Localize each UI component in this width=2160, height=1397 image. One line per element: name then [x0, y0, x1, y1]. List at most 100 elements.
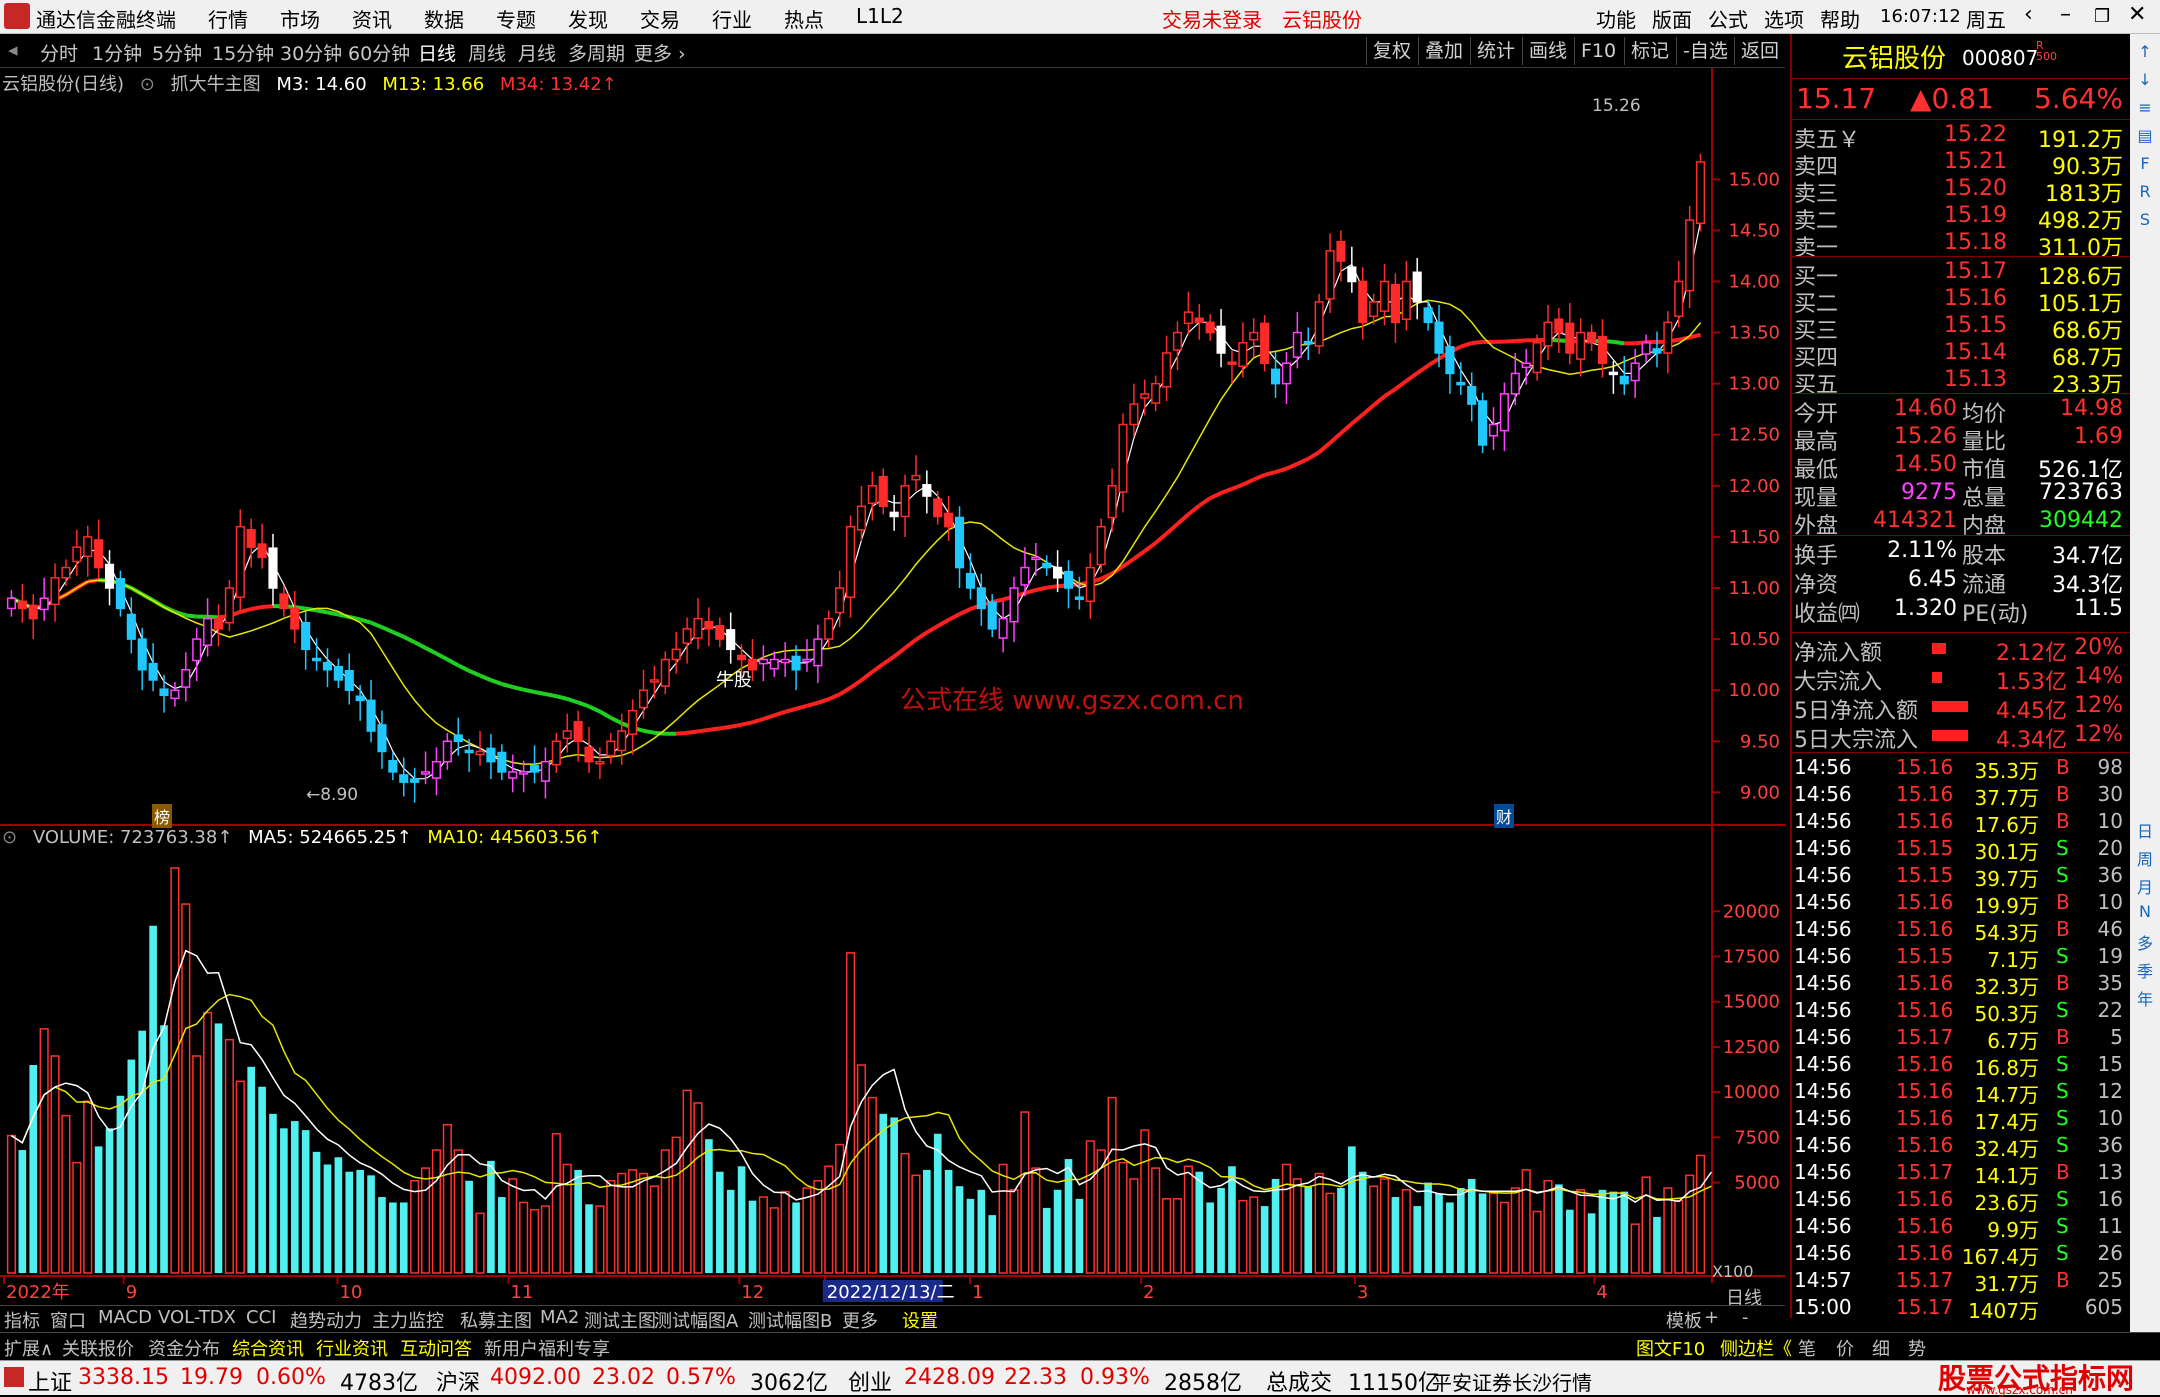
- week-icon[interactable]: 周: [2134, 846, 2156, 868]
- tool-watchlist[interactable]: -自选: [1676, 37, 1734, 65]
- side-tab[interactable]: 笔: [1798, 1335, 1816, 1361]
- extension-tab[interactable]: 行业资讯: [316, 1335, 388, 1361]
- down-arrow-icon[interactable]: ↓: [2134, 70, 2156, 92]
- sz-label[interactable]: 沪深: [436, 1365, 480, 1397]
- side-tab[interactable]: 图文F10: [1636, 1335, 1705, 1361]
- tick-row[interactable]: 14:5615.1617.6万B10: [1792, 809, 2127, 836]
- menu-item-trade[interactable]: 交易: [640, 4, 680, 33]
- side-tab[interactable]: 价: [1836, 1335, 1854, 1361]
- tick-row[interactable]: 14:5615.176.7万B5: [1792, 1025, 2127, 1052]
- login-status[interactable]: 交易未登录: [1162, 4, 1262, 33]
- tool-overlay[interactable]: 叠加: [1418, 37, 1469, 65]
- marker-cai[interactable]: 财: [1494, 804, 1514, 828]
- tick-row[interactable]: 14:5615.1616.8万S15: [1792, 1052, 2127, 1079]
- menu-item-discover[interactable]: 发现: [568, 4, 608, 33]
- back-icon[interactable]: ‹: [2024, 2, 2033, 27]
- indicator-tab[interactable]: 主力监控: [372, 1307, 444, 1333]
- tool-back[interactable]: 返回: [1734, 37, 1785, 65]
- period-daily[interactable]: 日线: [418, 39, 456, 66]
- tick-row[interactable]: 14:5615.1635.3万B98: [1792, 755, 2127, 782]
- tick-row[interactable]: 14:5615.1714.1万B13: [1792, 1160, 2127, 1187]
- period-60min[interactable]: 60分钟: [348, 39, 410, 66]
- f10-icon[interactable]: F: [2134, 154, 2156, 176]
- tick-row[interactable]: 14:5615.1539.7万S36: [1792, 863, 2127, 890]
- indicator-tab[interactable]: 测试主图: [584, 1307, 656, 1333]
- ask-row[interactable]: 卖二15.19498.2万: [1792, 203, 2127, 230]
- menu-item-exchange[interactable]: 市场: [280, 4, 320, 33]
- server-name[interactable]: 平安证券长沙行情: [1432, 1367, 1592, 1396]
- tick-row[interactable]: 14:5615.1637.7万B30: [1792, 782, 2127, 809]
- extension-tab[interactable]: 新用户福利专享: [484, 1335, 610, 1361]
- minimize-icon[interactable]: –: [2060, 2, 2071, 27]
- tool-adjust[interactable]: 复权: [1366, 37, 1417, 65]
- tick-row[interactable]: 15:0015.171407万605: [1792, 1295, 2127, 1322]
- menu-item-data[interactable]: 数据: [424, 4, 464, 33]
- tool-mark[interactable]: 标记: [1624, 37, 1675, 65]
- indicator-tab[interactable]: 窗口: [50, 1307, 86, 1333]
- period-1min[interactable]: 1分钟: [92, 39, 142, 66]
- side-tab[interactable]: 势: [1908, 1335, 1926, 1361]
- tick-row[interactable]: 14:5615.1530.1万S20: [1792, 836, 2127, 863]
- extension-tab[interactable]: 关联报价: [62, 1335, 134, 1361]
- tick-row[interactable]: 14:5715.1731.7万B25: [1792, 1268, 2127, 1295]
- season-icon[interactable]: 季: [2134, 958, 2156, 980]
- indicator-tab[interactable]: MA2: [540, 1307, 579, 1328]
- indicator-tab[interactable]: VOL-TDX: [158, 1307, 236, 1328]
- tick-row[interactable]: 14:5615.157.1万S19: [1792, 944, 2127, 971]
- indicator-tab[interactable]: MACD: [98, 1307, 152, 1328]
- menu-item-help[interactable]: 帮助: [1820, 4, 1860, 33]
- close-icon[interactable]: ✕: [2128, 2, 2146, 27]
- menu-item-layout[interactable]: 版面: [1652, 4, 1692, 33]
- day-icon[interactable]: 日: [2134, 818, 2156, 840]
- template-control[interactable]: 模板: [1666, 1307, 1702, 1333]
- menu-item-topic[interactable]: 专题: [496, 4, 536, 33]
- tool-stats[interactable]: 统计: [1470, 37, 1521, 65]
- list-icon[interactable]: ≡: [2134, 98, 2156, 120]
- indicator-tab[interactable]: CCI: [246, 1307, 276, 1328]
- menu-item-market[interactable]: 行情: [208, 4, 248, 33]
- bid-row[interactable]: 买三15.1568.6万: [1792, 313, 2127, 340]
- tool-draw[interactable]: 画线: [1522, 37, 1573, 65]
- menu-item-hot[interactable]: 热点: [784, 4, 824, 33]
- menu-item-options[interactable]: 选项: [1764, 4, 1804, 33]
- period-multi[interactable]: 多周期: [568, 39, 625, 66]
- tick-row[interactable]: 14:5615.16167.4万S26: [1792, 1241, 2127, 1268]
- rsi-icon[interactable]: R: [2134, 182, 2156, 204]
- side-tab[interactable]: 侧边栏《: [1720, 1335, 1792, 1361]
- period-15min[interactable]: 15分钟: [212, 39, 274, 66]
- bid-row[interactable]: 买二15.16105.1万: [1792, 286, 2127, 313]
- tick-row[interactable]: 14:5615.1614.7万S12: [1792, 1079, 2127, 1106]
- tick-row[interactable]: 14:5615.1654.3万B46: [1792, 917, 2127, 944]
- bid-row[interactable]: 买五15.1323.3万: [1792, 367, 2127, 394]
- indicator-tab[interactable]: 私募主图: [460, 1307, 532, 1333]
- ask-row[interactable]: 卖三15.201813万: [1792, 176, 2127, 203]
- extension-tab[interactable]: 扩展∧: [4, 1335, 53, 1361]
- indicator-name[interactable]: 抓大牛主图: [171, 74, 261, 95]
- indicator-tab[interactable]: 指标: [4, 1307, 40, 1333]
- period-30min[interactable]: 30分钟: [280, 39, 342, 66]
- tick-row[interactable]: 14:5615.1650.3万S22: [1792, 998, 2127, 1025]
- tick-row[interactable]: 14:5615.169.9万S11: [1792, 1214, 2127, 1241]
- tick-row[interactable]: 14:5615.1617.4万S10: [1792, 1106, 2127, 1133]
- template-control[interactable]: +: [1704, 1307, 1719, 1328]
- menu-item-function[interactable]: 功能: [1596, 4, 1636, 33]
- kline-chart[interactable]: 15.0014.5014.0013.5013.0012.5012.0011.50…: [0, 68, 1785, 1308]
- n-icon[interactable]: N: [2134, 902, 2156, 924]
- period-weekly[interactable]: 周线: [468, 39, 506, 66]
- volume-settings-icon[interactable]: ⊙: [2, 827, 17, 848]
- indicator-tab[interactable]: 测试幅图A: [654, 1307, 738, 1333]
- tick-row[interactable]: 14:5615.1632.4万S36: [1792, 1133, 2127, 1160]
- menu-item-l1l2[interactable]: L1L2: [856, 4, 904, 28]
- side-tab[interactable]: 细: [1872, 1335, 1890, 1361]
- settings-icon[interactable]: ⊙: [140, 74, 155, 95]
- up-arrow-icon[interactable]: ↑: [2134, 42, 2156, 64]
- month-icon[interactable]: 月: [2134, 874, 2156, 896]
- bid-row[interactable]: 买四15.1468.7万: [1792, 340, 2127, 367]
- extension-tab[interactable]: 互动问答: [400, 1335, 472, 1361]
- period-5min[interactable]: 5分钟: [152, 39, 202, 66]
- ask-row[interactable]: 卖四15.2190.3万: [1792, 149, 2127, 176]
- menu-item-news[interactable]: 资讯: [352, 4, 392, 33]
- year-icon[interactable]: 年: [2134, 986, 2156, 1008]
- period-more[interactable]: 更多 ›: [634, 39, 686, 66]
- sh-label[interactable]: 上证: [28, 1365, 72, 1397]
